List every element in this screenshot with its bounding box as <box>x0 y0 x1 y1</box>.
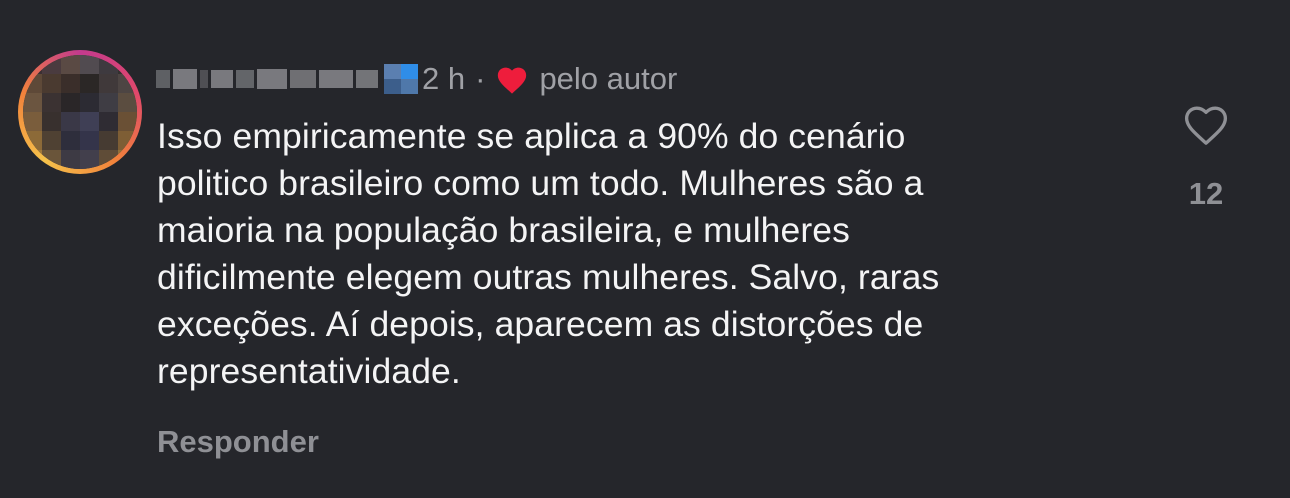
comment-meta: 2 h · pelo autor <box>422 61 677 97</box>
comment-time: 2 h <box>422 61 466 96</box>
heart-filled-icon <box>498 67 527 94</box>
meta-separator: · <box>475 61 486 96</box>
heart-outline-icon[interactable] <box>1181 100 1231 148</box>
username-redacted[interactable] <box>156 69 378 89</box>
avatar-image-pixelated <box>23 55 137 169</box>
like-count: 12 <box>1188 176 1224 211</box>
comment: 2 h · pelo autor Isso empiricamente se a… <box>0 0 1290 498</box>
comment-body-line: dificilmente elegem outras mulheres. Sal… <box>157 257 940 297</box>
comment-body: Isso empiricamente se aplica a 90% do ce… <box>157 113 1137 395</box>
liked-by-author-label: pelo autor <box>539 61 678 96</box>
comment-body-line: Isso empiricamente se aplica a 90% do ce… <box>157 116 906 156</box>
comment-body-line: exceções. Aí depois, aparecem as distorç… <box>157 304 924 344</box>
reply-button[interactable]: Responder <box>157 424 319 460</box>
comment-body-line: maioria na população brasileira, e mulhe… <box>157 210 850 250</box>
comment-body-line: representatividade. <box>157 351 461 391</box>
comment-header: 2 h · pelo autor <box>156 61 677 97</box>
comment-body-line: politico brasileiro como um todo. Mulher… <box>157 163 924 203</box>
avatar[interactable] <box>18 50 142 174</box>
verified-badge-icon <box>384 64 418 94</box>
